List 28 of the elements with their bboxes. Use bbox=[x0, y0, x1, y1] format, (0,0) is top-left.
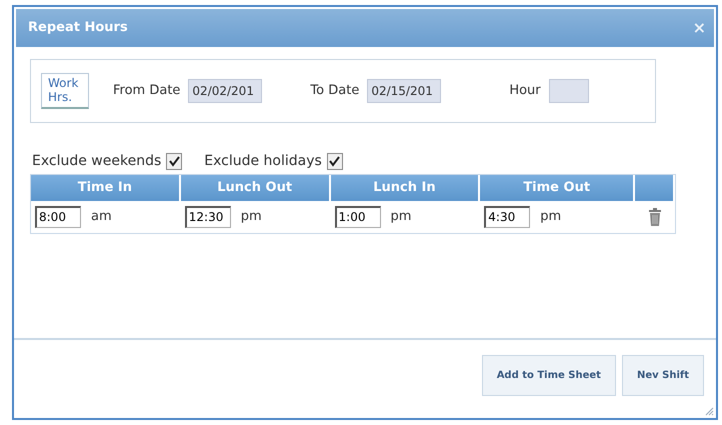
column-header: Time In bbox=[31, 175, 181, 200]
from-date-label: From Date bbox=[113, 82, 180, 100]
to-date-field[interactable]: 02/15/201 bbox=[367, 79, 442, 103]
to-date-label: To Date bbox=[310, 82, 360, 100]
meridiem-label: pm bbox=[240, 208, 262, 226]
action-button[interactable]: Add to Time Sheet bbox=[482, 354, 616, 396]
checkbox[interactable] bbox=[326, 153, 343, 170]
column-header: Lunch In bbox=[330, 175, 480, 200]
hour-label: Hour bbox=[509, 82, 541, 100]
window-title: Repeat Hours bbox=[28, 19, 128, 38]
checkbox[interactable] bbox=[166, 153, 182, 170]
resize-grip-icon[interactable] bbox=[704, 406, 714, 416]
action-button[interactable]: Nev Shift bbox=[622, 354, 704, 396]
option-label: Exclude weekends bbox=[32, 152, 162, 171]
meridiem-label: pm bbox=[390, 208, 412, 226]
option-label: Exclude holidays bbox=[204, 152, 322, 171]
work-hours-button[interactable]: Work Hrs. bbox=[41, 72, 89, 110]
time-field[interactable]: 12:30 bbox=[184, 206, 231, 228]
time-field[interactable]: 4:30 bbox=[484, 206, 530, 228]
meridiem-label: am bbox=[91, 208, 112, 226]
hour-field[interactable] bbox=[548, 79, 589, 103]
column-header: Time Out bbox=[480, 175, 636, 200]
column-header: Lunch Out bbox=[180, 175, 331, 200]
from-date-field[interactable]: 02/02/201 bbox=[188, 79, 262, 103]
time-field[interactable]: 8:00 bbox=[35, 206, 81, 228]
meridiem-label: pm bbox=[540, 208, 562, 226]
time-field[interactable]: 1:00 bbox=[334, 206, 381, 228]
trash-icon[interactable] bbox=[649, 208, 662, 226]
